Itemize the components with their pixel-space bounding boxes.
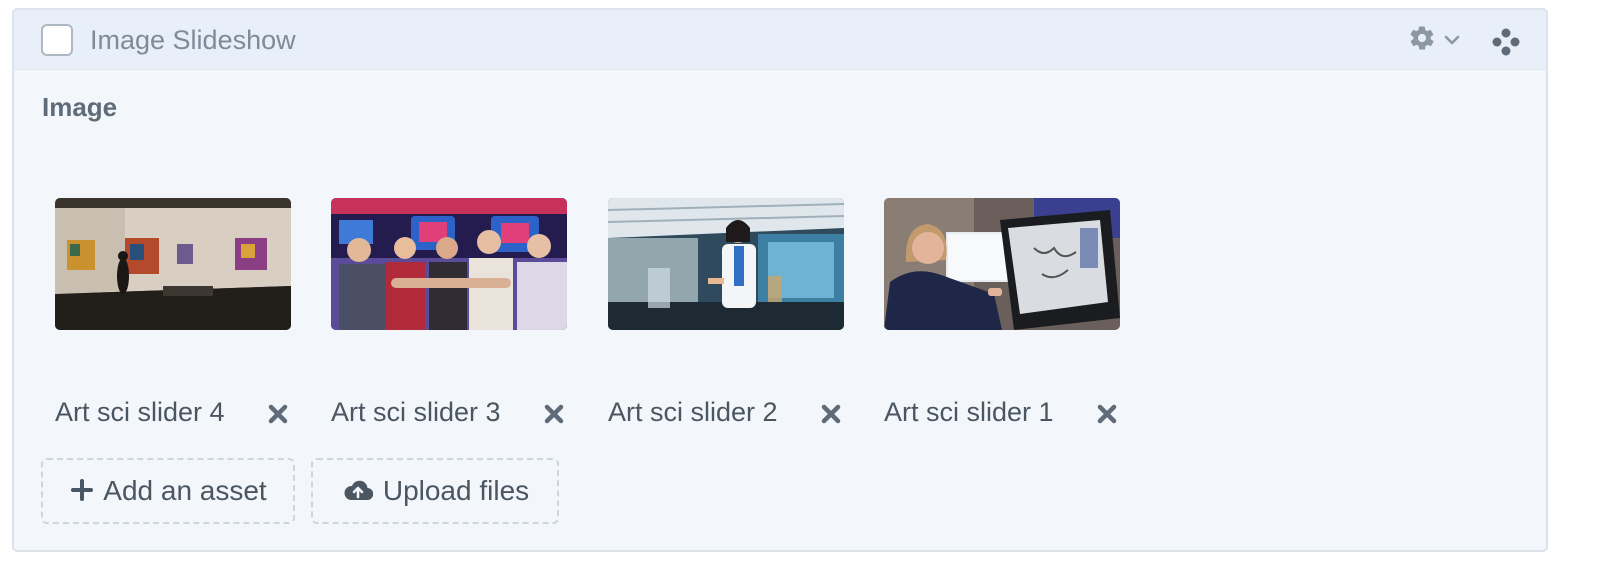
move-handle-icon[interactable]	[1490, 26, 1522, 58]
block-select-checkbox[interactable]	[41, 24, 73, 56]
close-icon[interactable]	[1096, 403, 1118, 425]
close-icon[interactable]	[543, 403, 565, 425]
upload-files-label: Upload files	[382, 475, 530, 506]
close-icon[interactable]	[267, 403, 289, 425]
block-title: Image Slideshow	[90, 25, 296, 55]
asset-thumbnail[interactable]	[55, 198, 291, 330]
block-header: Image Slideshow	[14, 10, 1546, 70]
field-label-image: Image	[42, 92, 118, 122]
asset-title: Art sci slider 3	[331, 397, 501, 427]
asset-title: Art sci slider 4	[55, 397, 225, 427]
cloud-upload-icon	[344, 480, 373, 500]
add-asset-label: Add an asset	[103, 475, 267, 506]
asset-thumbnail[interactable]	[884, 198, 1120, 330]
plus-icon	[71, 478, 94, 501]
asset-thumbnail[interactable]	[331, 198, 567, 330]
asset-item[interactable]: Art sci slider 3	[331, 198, 571, 427]
asset-item[interactable]: Art sci slider 4	[55, 198, 295, 427]
upload-files-button[interactable]: Upload files	[311, 458, 559, 524]
asset-title: Art sci slider 2	[608, 397, 778, 427]
close-icon[interactable]	[820, 403, 842, 425]
asset-item[interactable]: Art sci slider 2	[608, 198, 848, 427]
gear-icon[interactable]	[1408, 24, 1436, 52]
asset-item[interactable]: Art sci slider 1	[884, 198, 1124, 427]
asset-title: Art sci slider 1	[884, 397, 1054, 427]
image-slideshow-block: Image Slideshow Image Art sci slider 4 A…	[12, 8, 1548, 552]
add-asset-button[interactable]: Add an asset	[41, 458, 295, 524]
chevron-down-icon[interactable]	[1442, 30, 1462, 50]
asset-thumbnail[interactable]	[608, 198, 844, 330]
